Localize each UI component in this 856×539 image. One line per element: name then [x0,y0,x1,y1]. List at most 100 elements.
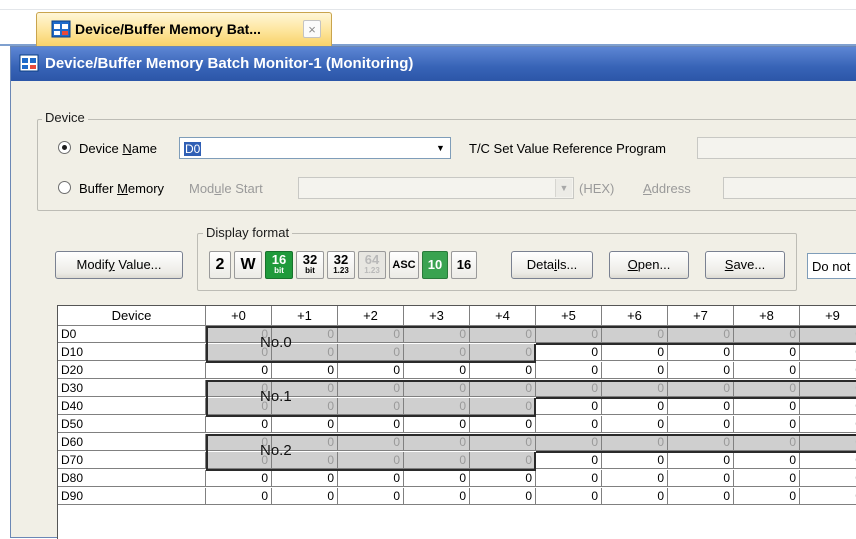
value-cell[interactable]: 0 [800,362,856,379]
value-cell[interactable]: 0 [602,416,668,433]
value-cell[interactable]: 0 [404,434,470,451]
value-cell[interactable]: 0 [668,488,734,505]
value-cell[interactable]: 0 [536,434,602,451]
value-cell[interactable]: 0 [536,326,602,343]
value-cell[interactable]: 0 [602,434,668,451]
value-cell[interactable]: 0 [404,416,470,433]
value-cell[interactable]: 0 [470,434,536,451]
format-32bit-integer-button[interactable]: 32 bit [296,251,324,279]
value-cell[interactable]: 0 [404,398,470,415]
value-cell[interactable]: 0 [800,416,856,433]
value-cell[interactable]: 0 [734,326,800,343]
row-device-cell[interactable]: D90 [58,488,206,505]
value-cell[interactable]: 0 [668,344,734,361]
row-device-cell[interactable]: D60 [58,434,206,451]
value-cell[interactable]: 0 [272,362,338,379]
address-field[interactable] [723,177,856,199]
value-cell[interactable]: 0 [800,398,856,415]
value-cell[interactable]: 0 [800,326,856,343]
value-cell[interactable]: 0 [206,470,272,487]
value-cell[interactable]: 0 [206,362,272,379]
value-cell[interactable]: 0 [734,362,800,379]
value-cell[interactable]: 0 [338,470,404,487]
value-cell[interactable]: 0 [602,452,668,469]
value-cell[interactable]: 0 [800,380,856,397]
value-cell[interactable]: 0 [470,362,536,379]
value-cell[interactable]: 0 [734,398,800,415]
format-32bit-real-button[interactable]: 32 1.23 [327,251,355,279]
format-binary-button[interactable]: 2 [209,251,231,279]
format-decimal-button[interactable]: 10 [422,251,448,279]
value-cell[interactable]: 0 [602,470,668,487]
value-cell[interactable]: 0 [800,344,856,361]
value-cell[interactable]: 0 [338,344,404,361]
save-button[interactable]: Save... [705,251,785,279]
close-icon[interactable]: × [303,20,321,38]
row-device-cell[interactable]: D70 [58,452,206,469]
value-cell[interactable]: 0 [734,344,800,361]
tc-set-value-field[interactable] [697,137,856,159]
row-device-cell[interactable]: D30 [58,380,206,397]
value-cell[interactable]: 0 [536,398,602,415]
device-name-radio[interactable] [58,141,71,154]
value-cell[interactable]: 0 [668,416,734,433]
value-cell[interactable]: 0 [404,488,470,505]
row-device-cell[interactable]: D80 [58,470,206,487]
value-cell[interactable]: 0 [668,452,734,469]
value-cell[interactable]: 0 [536,344,602,361]
value-cell[interactable]: 0 [734,416,800,433]
format-word-button[interactable]: W [234,251,262,279]
value-cell[interactable]: 0 [404,326,470,343]
value-cell[interactable]: 0 [272,470,338,487]
value-cell[interactable]: 0 [536,488,602,505]
value-cell[interactable]: 0 [800,470,856,487]
value-cell[interactable]: 0 [800,434,856,451]
value-cell[interactable]: 0 [470,344,536,361]
value-cell[interactable]: 0 [734,470,800,487]
do-not-combo[interactable]: Do not [807,253,856,279]
device-name-combo[interactable]: D0 ▼ [179,137,451,159]
value-cell[interactable]: 0 [602,398,668,415]
chevron-down-icon[interactable]: ▼ [555,179,572,197]
value-cell[interactable]: 0 [536,470,602,487]
value-cell[interactable]: 0 [470,488,536,505]
value-cell[interactable]: 0 [602,344,668,361]
chevron-down-icon[interactable]: ▼ [432,139,449,157]
value-cell[interactable]: 0 [536,380,602,397]
device-value-grid[interactable]: Device+0+1+2+3+4+5+6+7+8+9D00000000000D1… [57,305,856,539]
row-device-cell[interactable]: D20 [58,362,206,379]
module-start-combo[interactable]: ▼ [298,177,574,199]
value-cell[interactable]: 0 [668,434,734,451]
value-cell[interactable]: 0 [668,398,734,415]
format-ascii-button[interactable]: ASC [389,251,419,279]
value-cell[interactable]: 0 [602,362,668,379]
value-cell[interactable]: 0 [338,416,404,433]
value-cell[interactable]: 0 [272,488,338,505]
value-cell[interactable]: 0 [668,362,734,379]
row-device-cell[interactable]: D10 [58,344,206,361]
value-cell[interactable]: 0 [602,488,668,505]
value-cell[interactable]: 0 [338,326,404,343]
value-cell[interactable]: 0 [404,362,470,379]
value-cell[interactable]: 0 [470,416,536,433]
details-button[interactable]: Details... [511,251,593,279]
value-cell[interactable]: 0 [470,326,536,343]
modify-value-button[interactable]: Modify Value... [55,251,183,279]
value-cell[interactable]: 0 [404,470,470,487]
tab-device-buffer-memory[interactable]: Device/Buffer Memory Bat... × [36,12,332,46]
value-cell[interactable]: 0 [206,488,272,505]
value-cell[interactable]: 0 [536,362,602,379]
value-cell[interactable]: 0 [536,452,602,469]
value-cell[interactable]: 0 [668,380,734,397]
value-cell[interactable]: 0 [470,470,536,487]
format-hex-button[interactable]: 16 [451,251,477,279]
value-cell[interactable]: 0 [734,380,800,397]
value-cell[interactable]: 0 [338,434,404,451]
buffer-memory-radio[interactable] [58,181,71,194]
value-cell[interactable]: 0 [602,380,668,397]
value-cell[interactable]: 0 [668,326,734,343]
value-cell[interactable]: 0 [338,488,404,505]
value-cell[interactable]: 0 [404,452,470,469]
value-cell[interactable]: 0 [404,380,470,397]
row-device-cell[interactable]: D50 [58,416,206,433]
